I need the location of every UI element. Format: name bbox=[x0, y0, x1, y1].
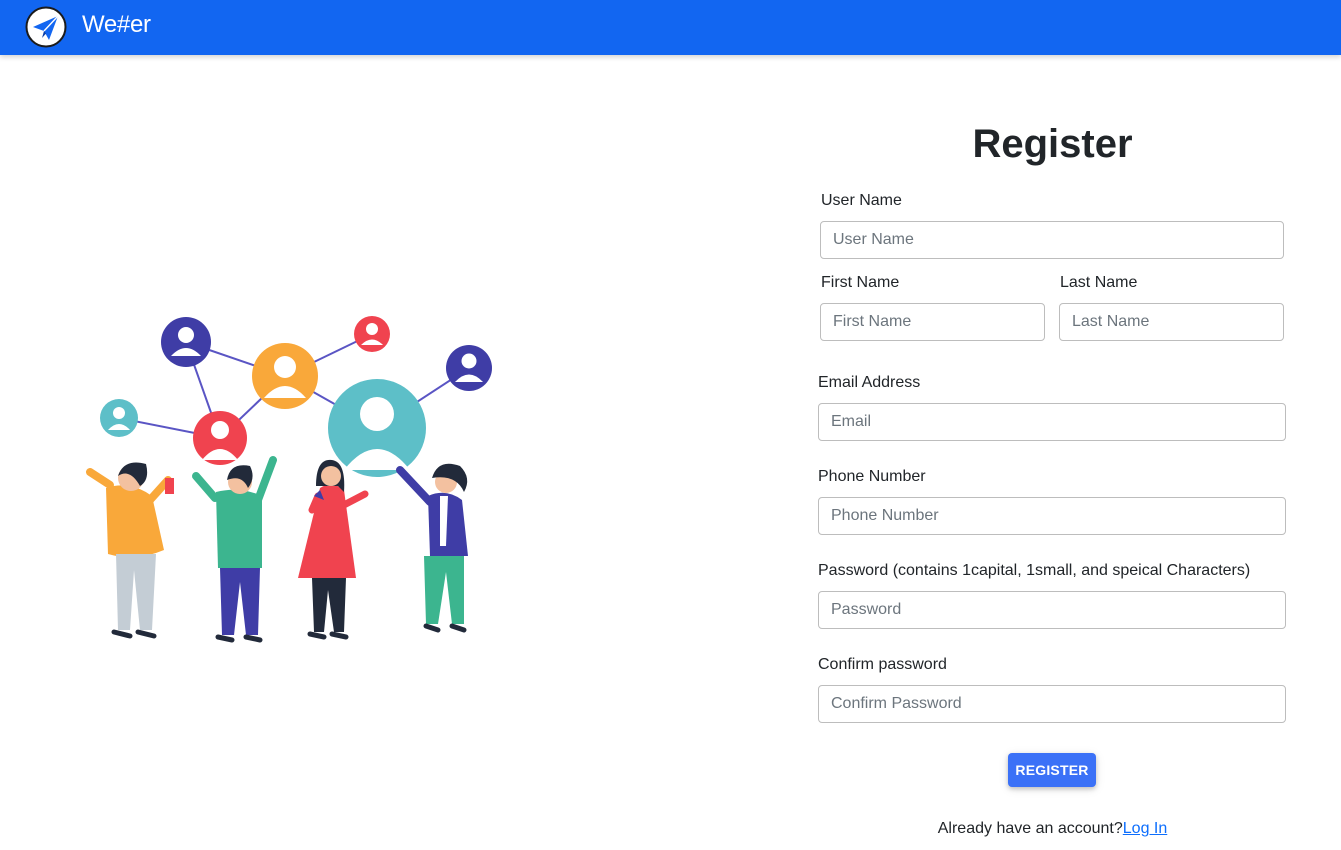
password-label: Password (contains 1capital, 1small, and… bbox=[818, 562, 1251, 579]
community-illustration bbox=[86, 316, 492, 643]
register-button[interactable]: REGISTER bbox=[1008, 753, 1096, 787]
phone-input[interactable] bbox=[818, 497, 1286, 535]
brand-name[interactable]: We#er bbox=[82, 10, 151, 40]
email-label: Email Address bbox=[818, 374, 921, 391]
first-name-label: First Name bbox=[821, 274, 900, 291]
password-input[interactable] bbox=[818, 591, 1286, 629]
last-name-label: Last Name bbox=[1060, 274, 1138, 291]
username-input[interactable] bbox=[820, 221, 1284, 259]
login-prompt-text: Already have an account? bbox=[937, 820, 1123, 837]
phone-label: Phone Number bbox=[818, 468, 926, 485]
confirm-password-label: Confirm password bbox=[818, 656, 947, 673]
confirm-password-input[interactable] bbox=[818, 685, 1286, 723]
form-title: Register bbox=[972, 122, 1133, 166]
last-name-input[interactable] bbox=[1059, 303, 1284, 341]
login-prompt: Already have an account?Log In bbox=[820, 819, 1285, 839]
login-link[interactable]: Log In bbox=[1123, 820, 1167, 837]
navbar: We#er bbox=[0, 0, 1341, 55]
first-name-input[interactable] bbox=[820, 303, 1045, 341]
username-label: User Name bbox=[821, 192, 902, 209]
email-input[interactable] bbox=[818, 403, 1286, 441]
paper-plane-icon[interactable] bbox=[25, 6, 67, 48]
